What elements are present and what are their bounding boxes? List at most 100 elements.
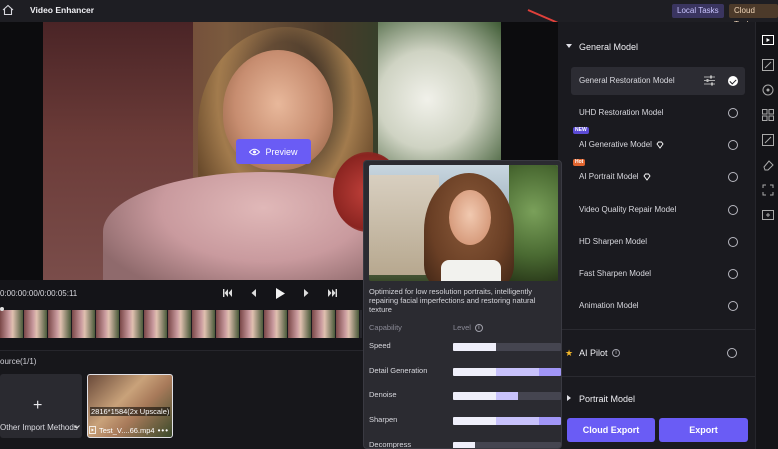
export-button[interactable]: Export bbox=[659, 418, 748, 442]
capability-level-bar bbox=[453, 392, 561, 401]
model-uhd-restoration[interactable]: UHD Restoration Model bbox=[571, 99, 745, 127]
level-segment bbox=[453, 343, 475, 351]
top-bar: Video Enhancer Local Tasks Cloud Task bbox=[0, 0, 778, 29]
capability-row: Sharpen bbox=[369, 415, 561, 427]
level-segment bbox=[496, 392, 518, 401]
level-header: Level i bbox=[453, 323, 483, 332]
more-options-icon[interactable]: ••• bbox=[158, 426, 169, 435]
timeline-filmstrip[interactable] bbox=[0, 310, 362, 338]
side-toolbar bbox=[755, 22, 778, 449]
local-tasks-button[interactable]: Local Tasks bbox=[672, 4, 724, 18]
selected-check-icon[interactable] bbox=[728, 76, 738, 86]
capability-level-bar bbox=[453, 343, 561, 351]
crop-select-icon[interactable] bbox=[762, 184, 774, 196]
level-segment bbox=[518, 442, 540, 448]
model-sample-image bbox=[369, 165, 558, 281]
check-mark bbox=[729, 77, 737, 85]
model-video-quality-repair[interactable]: Video Quality Repair Model bbox=[571, 196, 745, 224]
model-hd-sharpen[interactable]: HD Sharpen Model bbox=[571, 228, 745, 256]
radio-button[interactable] bbox=[728, 237, 738, 247]
grid-tools-icon[interactable] bbox=[762, 109, 774, 121]
radio-button[interactable] bbox=[728, 108, 738, 118]
capability-name: Sharpen bbox=[369, 415, 398, 425]
video-add-icon[interactable] bbox=[762, 209, 774, 221]
capability-level-bar bbox=[453, 367, 561, 376]
model-description: Optimized for low resolution portraits, … bbox=[369, 287, 536, 314]
level-segment bbox=[539, 417, 561, 426]
model-animation[interactable]: Animation Model bbox=[571, 292, 745, 320]
settings-sliders-icon[interactable] bbox=[704, 75, 715, 86]
model-name: AI Generative Model bbox=[579, 140, 652, 149]
expand-portrait-model-icon[interactable] bbox=[567, 395, 571, 401]
model-label: Animation Model bbox=[579, 301, 639, 310]
radio-button[interactable] bbox=[728, 140, 738, 150]
info-icon[interactable]: i bbox=[612, 349, 620, 357]
cloud-task-button[interactable]: Cloud Task bbox=[729, 4, 778, 29]
level-header-label: Level bbox=[453, 323, 471, 332]
filmstrip-frame bbox=[120, 310, 144, 338]
sample-face bbox=[449, 190, 491, 245]
filmstrip-frame bbox=[144, 310, 168, 338]
collapse-general-model-icon[interactable] bbox=[566, 44, 572, 48]
skip-end-icon[interactable] bbox=[326, 286, 338, 300]
step-back-icon[interactable] bbox=[248, 286, 260, 300]
model-name: UHD Restoration Model bbox=[579, 108, 664, 117]
info-icon[interactable]: i bbox=[474, 323, 483, 332]
skip-start-icon[interactable] bbox=[222, 286, 234, 300]
source-count-label: ource(1/1) bbox=[0, 357, 37, 366]
radio-button[interactable] bbox=[728, 301, 738, 311]
edit-pencil-icon[interactable] bbox=[762, 134, 774, 146]
capability-header: Capability bbox=[369, 323, 402, 332]
model-fast-sharpen[interactable]: Fast Sharpen Model bbox=[571, 260, 745, 288]
ai-pilot-title[interactable]: AI Pilot bbox=[579, 348, 608, 358]
level-segment bbox=[518, 343, 540, 351]
eye-icon bbox=[249, 148, 261, 155]
playback-controls bbox=[222, 286, 338, 300]
level-segment bbox=[539, 343, 561, 351]
step-forward-icon[interactable] bbox=[300, 286, 312, 300]
model-label: AI Portrait Model bbox=[579, 172, 651, 181]
level-segment bbox=[496, 417, 518, 426]
chevron-down-icon[interactable] bbox=[74, 425, 80, 429]
model-label: General Restoration Model bbox=[579, 76, 675, 85]
capability-name: Denoise bbox=[369, 390, 397, 400]
level-segment bbox=[496, 367, 518, 376]
capability-name: Speed bbox=[369, 341, 391, 350]
ai-pilot-radio[interactable] bbox=[727, 348, 737, 358]
portrait-model-title[interactable]: Portrait Model bbox=[579, 394, 635, 404]
model-label: Video Quality Repair Model bbox=[579, 205, 676, 214]
level-segment bbox=[474, 417, 497, 426]
filmstrip-frame bbox=[312, 310, 336, 338]
cloud-export-button[interactable]: Cloud Export bbox=[567, 418, 655, 442]
level-segment bbox=[517, 417, 540, 426]
general-model-title[interactable]: General Model bbox=[579, 42, 638, 52]
file-resolution-badge: 2816*1584(2x Upscale) bbox=[90, 407, 171, 416]
model-general-restoration[interactable]: General Restoration Model bbox=[571, 67, 745, 95]
filmstrip-frame bbox=[192, 310, 216, 338]
filmstrip-frame bbox=[0, 310, 24, 338]
radio-button[interactable] bbox=[728, 269, 738, 279]
home-icon[interactable] bbox=[2, 4, 14, 16]
image-edit-icon[interactable] bbox=[762, 59, 774, 71]
play-icon[interactable] bbox=[274, 286, 286, 300]
level-segment bbox=[518, 392, 540, 400]
level-segment bbox=[496, 343, 518, 351]
preview-button[interactable]: Preview bbox=[236, 139, 311, 164]
model-label: HD Sharpen Model bbox=[579, 237, 647, 246]
video-enhance-icon[interactable] bbox=[762, 34, 774, 46]
level-segment bbox=[453, 367, 475, 376]
file-info-row: Test_V....66.mp4 ••• bbox=[89, 424, 173, 436]
model-ai-portrait[interactable]: Hot AI Portrait Model bbox=[571, 159, 745, 191]
model-label: AI Generative Model bbox=[579, 140, 664, 149]
radio-button[interactable] bbox=[728, 205, 738, 215]
color-palette-icon[interactable] bbox=[762, 84, 774, 96]
level-segment bbox=[517, 367, 540, 376]
model-ai-generative[interactable]: NEW AI Generative Model bbox=[571, 127, 745, 159]
hot-badge: Hot bbox=[573, 159, 586, 166]
radio-button[interactable] bbox=[728, 172, 738, 182]
playhead-marker[interactable] bbox=[0, 307, 4, 311]
other-import-methods-label[interactable]: Other Import Methods bbox=[0, 423, 78, 432]
level-segment bbox=[474, 392, 497, 401]
eraser-icon[interactable] bbox=[762, 159, 774, 171]
capability-row: Speed bbox=[369, 341, 561, 353]
